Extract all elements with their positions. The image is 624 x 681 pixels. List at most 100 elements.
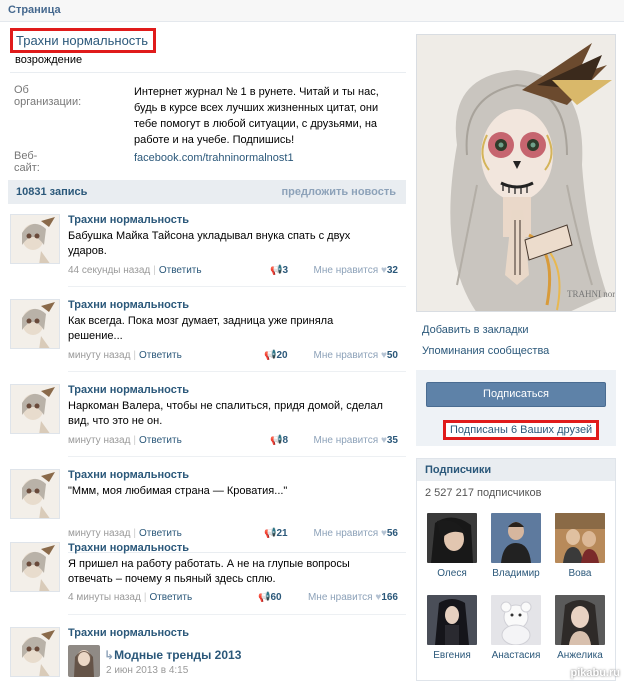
member-item[interactable]: Анжелика [551,595,609,661]
reply-link[interactable]: Ответить [139,435,182,446]
post-avatar[interactable] [10,627,60,677]
avatar[interactable] [491,513,541,563]
like-button[interactable]: Мне нравится ♥50 [314,350,398,361]
member-name[interactable]: Владимир [487,568,545,579]
megaphone-icon: 📢 [270,265,283,276]
site-link[interactable]: facebook.com/trahninormalnost1 [134,150,399,166]
like-count: 166 [381,592,398,603]
member-name[interactable]: Вова [551,568,609,579]
member-name[interactable]: Евгения [423,650,481,661]
post-avatar[interactable] [10,384,60,434]
post-author[interactable]: Трахни нормальность [68,214,189,226]
like-label: Мне нравится [313,435,379,446]
wall-post: Трахни нормальность ↳Модные тренды 2013 … [8,627,406,681]
watermark: pikabu.ru [570,667,620,679]
share-count: 60 [270,592,282,603]
like-count: 35 [386,435,398,446]
reply-link[interactable]: Ответить [149,592,192,603]
megaphone-icon: 📢 [264,528,277,539]
avatar[interactable] [427,595,477,645]
like-count: 50 [386,350,398,361]
like-button[interactable]: Мне нравится ♥35 [314,435,398,446]
like-button[interactable]: Мне нравится ♥166 [308,592,398,603]
site-label: Веб-сайт: [14,150,40,174]
post-text: "Ммм, моя любимая страна — Кроватия..." [68,485,288,497]
about-text: Интернет журнал № 1 в рунете. Читай и ты… [134,86,379,146]
like-button[interactable]: Мне нравится ♥56 [314,528,398,539]
repost-date[interactable]: 2 июн 2013 в 4:15 [106,665,188,676]
sidebar: TRAHNI normalnost Добавить в закладки Уп… [416,22,624,681]
like-label: Мне нравится [313,265,379,276]
community-cover[interactable]: TRAHNI normalnost [416,34,616,312]
like-count: 32 [386,265,398,276]
post-avatar[interactable] [10,542,60,592]
avatar[interactable] [555,513,605,563]
post-text: Бабушка Майка Тайсона укладывал внука сп… [68,230,351,257]
suggest-news-link[interactable]: предложить новость [282,186,396,198]
subscribers-header[interactable]: Подписчики [417,459,615,481]
like-label: Мне нравится [313,528,379,539]
share-button[interactable]: 📢60 [258,592,282,603]
post-meta: 44 секунды назад | Ответить [68,265,202,276]
breadcrumb[interactable]: Страница [8,4,61,16]
post-meta: 4 минуты назад | Ответить [68,592,193,603]
divider [68,286,406,287]
post-time[interactable]: минуту назад [68,435,130,446]
share-button[interactable]: 📢21 [264,528,288,539]
post-text: Наркоман Валера, чтобы не спалиться, при… [68,400,383,427]
share-count: 3 [282,265,289,276]
share-button[interactable]: 📢8 [270,435,288,446]
share-count: 21 [276,528,288,539]
post-text: Как всегда. Пока мозг думает, задница уж… [68,315,334,342]
member-name[interactable]: Анастасия [487,650,545,661]
friends-subscribed-link[interactable]: Подписаны 6 Ваших друзей [450,424,592,436]
wall-post: Трахни нормальность Наркоман Валера, что… [8,384,406,464]
add-bookmark-link[interactable]: Добавить в закладки [422,324,529,336]
share-button[interactable]: 📢3 [270,265,288,276]
share-count: 20 [276,350,288,361]
post-author[interactable]: Трахни нормальность [68,469,189,481]
member-item[interactable]: Владимир [487,513,545,579]
community-mentions-link[interactable]: Упоминания сообщества [422,345,549,357]
member-name[interactable]: Олеся [423,568,481,579]
share-count: 8 [282,435,289,446]
repost-link[interactable]: ↳Модные тренды 2013 [104,648,241,662]
member-name[interactable]: Анжелика [551,650,609,661]
avatar[interactable] [427,513,477,563]
divider [68,371,406,372]
post-time[interactable]: минуту назад [68,350,130,361]
wall-post: Трахни нормальность "Ммм, моя любимая ст… [8,469,406,539]
post-author[interactable]: Трахни нормальность [68,542,189,554]
member-item[interactable]: Анастасия [487,595,545,661]
repost-avatar[interactable] [68,645,100,677]
member-item[interactable]: Евгения [423,595,481,661]
avatar[interactable] [555,595,605,645]
post-author[interactable]: Трахни нормальность [68,627,189,639]
wall-post: Трахни нормальность Бабушка Майка Тайсон… [8,214,406,294]
post-time[interactable]: 44 секунды назад [68,265,150,276]
post-author[interactable]: Трахни нормальность [68,299,189,311]
avatar[interactable] [491,595,541,645]
wall-count[interactable]: 10831 запись [16,186,87,198]
subscribe-box: Подписаться Подписаны 6 Ваших друзей [416,370,616,446]
post-time[interactable]: 4 минуты назад [68,592,141,603]
post-avatar[interactable] [10,469,60,519]
reply-link[interactable]: Ответить [139,528,182,539]
post-time[interactable]: минуту назад [68,528,130,539]
megaphone-icon: 📢 [270,435,283,446]
reply-link[interactable]: Ответить [139,350,182,361]
megaphone-icon: 📢 [264,350,277,361]
like-button[interactable]: Мне нравится ♥32 [314,265,398,276]
post-author[interactable]: Трахни нормальность [68,384,189,396]
member-item[interactable]: Олеся [423,513,481,579]
member-item[interactable]: Вова [551,513,609,579]
post-text: Я пришел на работу работать. А не на глу… [68,558,350,585]
divider [10,72,406,73]
post-avatar[interactable] [10,214,60,264]
post-avatar[interactable] [10,299,60,349]
reply-link[interactable]: Ответить [159,265,202,276]
megaphone-icon: 📢 [258,592,271,603]
subscribers-count[interactable]: 2 527 217 подписчиков [425,487,542,499]
share-button[interactable]: 📢20 [264,350,288,361]
subscribe-button[interactable]: Подписаться [426,382,606,407]
